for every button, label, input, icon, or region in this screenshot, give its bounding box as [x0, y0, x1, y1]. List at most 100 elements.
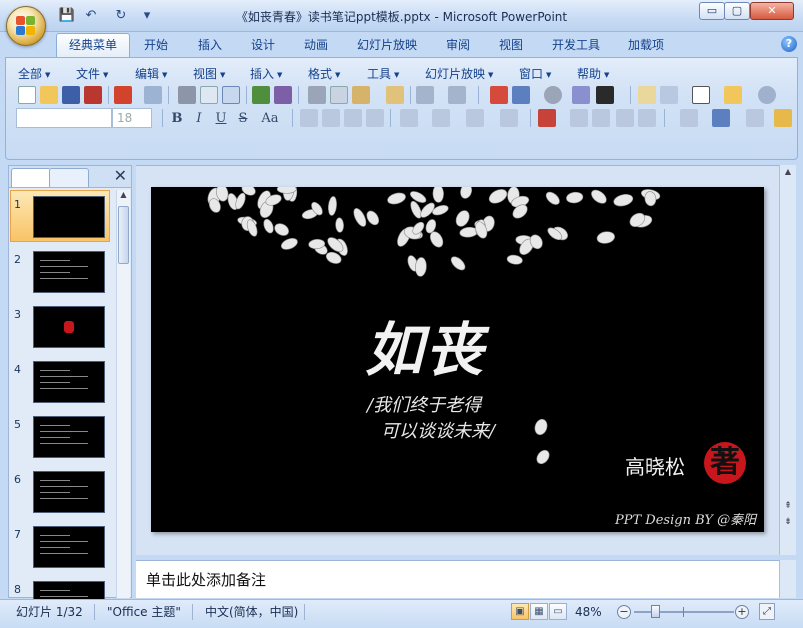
paste-icon[interactable]: [352, 86, 370, 104]
save-icon[interactable]: [62, 86, 80, 104]
shape-fill-icon[interactable]: [774, 109, 792, 127]
menu-view[interactable]: 视图 ▼: [193, 65, 225, 82]
menu-window[interactable]: 窗口 ▼: [519, 65, 551, 82]
menu-help[interactable]: 帮助 ▼: [577, 65, 609, 82]
language-indicator[interactable]: 中文(简体，中国): [205, 602, 298, 622]
tab-classic-menu[interactable]: 经典菜单: [56, 33, 131, 57]
format-painter-icon[interactable]: [386, 86, 404, 104]
slide-thumbnail[interactable]: [33, 471, 105, 513]
zoom-in-icon[interactable]: +: [735, 605, 749, 619]
menu-edit[interactable]: 编辑 ▼: [135, 65, 167, 82]
tab-slides[interactable]: [11, 168, 51, 187]
slide-thumbnail[interactable]: [33, 416, 105, 458]
grow-font-icon[interactable]: [570, 109, 588, 127]
close-icon[interactable]: ✕: [114, 167, 127, 185]
tab-animations[interactable]: 动画: [292, 34, 340, 56]
align-center-icon[interactable]: [322, 109, 340, 127]
menu-format[interactable]: 格式 ▼: [308, 65, 340, 82]
text-direction-icon[interactable]: [400, 109, 418, 127]
undo-icon[interactable]: [416, 86, 434, 104]
slide-thumbnail[interactable]: [33, 526, 105, 568]
redo-icon[interactable]: [448, 86, 466, 104]
open-icon[interactable]: [40, 86, 58, 104]
zoom-slider-track[interactable]: [634, 611, 734, 613]
normal-view-icon[interactable]: ▣: [511, 603, 529, 620]
font-size-combo[interactable]: 18: [112, 108, 152, 128]
tab-view[interactable]: 视图: [487, 34, 535, 56]
print-preview-icon[interactable]: [200, 86, 218, 104]
find-icon[interactable]: [758, 86, 776, 104]
tab-outline[interactable]: [49, 168, 89, 187]
underline-button[interactable]: U: [212, 110, 230, 128]
zoom-slider-thumb[interactable]: [651, 605, 660, 618]
slide[interactable]: 如丧 /我们终于老得 可以谈谈未来/ 高晓松 著 PPT Design BY @…: [151, 187, 764, 532]
new-icon[interactable]: [18, 86, 36, 104]
new-slide-icon[interactable]: [638, 86, 656, 104]
insert-chart-icon[interactable]: [490, 86, 508, 104]
slide-thumbnail[interactable]: [33, 251, 105, 293]
slide-thumbnail[interactable]: [33, 196, 105, 238]
zoom-level[interactable]: 48%: [575, 602, 602, 622]
permission-icon[interactable]: [114, 86, 132, 104]
align-left-icon[interactable]: [300, 109, 318, 127]
panel-scrollbar[interactable]: ▲: [116, 190, 130, 598]
slide-thumbnail[interactable]: [33, 361, 105, 403]
align-right-icon[interactable]: [344, 109, 362, 127]
layout-icon[interactable]: [660, 86, 678, 104]
quick-styles-icon[interactable]: [746, 109, 764, 127]
bold-button[interactable]: B: [168, 110, 186, 128]
menu-slideshow[interactable]: 幻灯片放映 ▼: [425, 65, 493, 82]
slide-thumbnail[interactable]: [33, 306, 105, 348]
research-icon[interactable]: [274, 86, 292, 104]
tab-slideshow[interactable]: 幻灯片放映: [345, 34, 429, 56]
next-slide-icon[interactable]: ⇟: [782, 517, 794, 531]
numbering-icon[interactable]: [466, 109, 484, 127]
slideshow-icon[interactable]: [222, 86, 240, 104]
increase-indent-icon[interactable]: [638, 109, 656, 127]
font-name-combo[interactable]: [16, 108, 112, 128]
menu-insert[interactable]: 插入 ▼: [250, 65, 282, 82]
strikethrough-button[interactable]: S: [234, 110, 252, 128]
zoom-out-icon[interactable]: −: [617, 605, 631, 619]
font-color-icon[interactable]: [538, 109, 556, 127]
tab-review[interactable]: 审阅: [434, 34, 482, 56]
color-grayscale-icon[interactable]: [572, 86, 590, 104]
decrease-indent-icon[interactable]: [616, 109, 634, 127]
tab-design[interactable]: 设计: [239, 34, 287, 56]
text-box-icon[interactable]: [692, 86, 710, 104]
bullets-icon[interactable]: [500, 109, 518, 127]
menu-tools[interactable]: 工具 ▼: [367, 65, 399, 82]
insert-table-icon[interactable]: [512, 86, 530, 104]
close-button[interactable]: ✕: [750, 2, 794, 20]
tab-insert[interactable]: 插入: [186, 34, 234, 56]
print-icon[interactable]: [178, 86, 196, 104]
office-button[interactable]: [6, 6, 46, 46]
email-icon[interactable]: [144, 86, 162, 104]
tab-addins[interactable]: 加载项: [616, 34, 676, 56]
main-scrollbar[interactable]: ▲ ⇞ ⇟: [779, 165, 796, 555]
change-case-button[interactable]: Aa: [258, 110, 282, 128]
shrink-font-icon[interactable]: [592, 109, 610, 127]
shapes-icon[interactable]: [712, 109, 730, 127]
insert-hyperlink-icon[interactable]: [544, 86, 562, 104]
spelling-icon[interactable]: [252, 86, 270, 104]
slide-sorter-icon[interactable]: ▦: [530, 603, 548, 620]
menu-all[interactable]: 全部 ▼: [18, 65, 50, 82]
notes-pane[interactable]: 单击此处添加备注: [136, 560, 779, 598]
tab-developer[interactable]: 开发工具: [540, 34, 612, 56]
scroll-thumb[interactable]: [118, 206, 129, 264]
fit-to-window-icon[interactable]: ⤢: [759, 603, 775, 620]
arrange-icon[interactable]: [680, 109, 698, 127]
cut-icon[interactable]: [308, 86, 326, 104]
pdf-icon[interactable]: [84, 86, 102, 104]
justify-icon[interactable]: [366, 109, 384, 127]
help-icon[interactable]: ?: [781, 36, 797, 52]
tab-home[interactable]: 开始: [132, 34, 180, 56]
menu-file[interactable]: 文件 ▼: [76, 65, 108, 82]
line-spacing-icon[interactable]: [432, 109, 450, 127]
copy-icon[interactable]: [330, 86, 348, 104]
minimize-button[interactable]: ▭: [699, 2, 725, 20]
maximize-button[interactable]: ▢: [724, 2, 750, 20]
notes-scrollbar[interactable]: [779, 560, 796, 598]
slideshow-view-icon[interactable]: ▭: [549, 603, 567, 620]
